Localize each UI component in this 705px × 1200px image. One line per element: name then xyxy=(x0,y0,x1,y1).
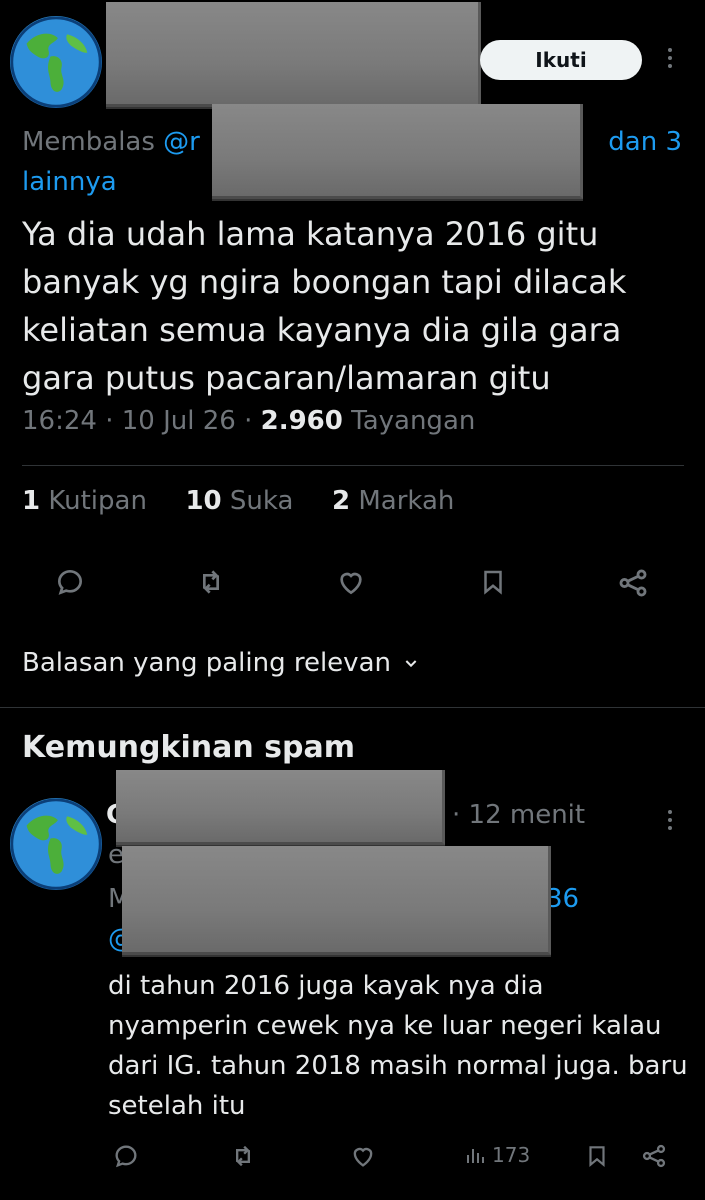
more-icon[interactable] xyxy=(668,810,672,830)
redacted-reply-author xyxy=(116,770,445,845)
retweet-icon[interactable] xyxy=(228,1142,258,1170)
reply-views-count: 173 xyxy=(492,1143,531,1167)
reply-others[interactable]: dan 3 xyxy=(608,122,682,162)
share-icon[interactable] xyxy=(640,1142,668,1170)
views-count: 2.960 xyxy=(260,406,343,436)
reply-views[interactable]: 173 xyxy=(464,1142,530,1168)
retweet-icon[interactable] xyxy=(194,566,228,598)
views-icon xyxy=(467,1149,484,1163)
redacted-reply-handles xyxy=(122,846,551,955)
bookmark-icon[interactable] xyxy=(584,1142,610,1170)
reply-author-avatar[interactable] xyxy=(10,798,102,890)
reply-sort-selector[interactable]: Balasan yang paling relevan xyxy=(22,648,419,678)
chevron-down-icon xyxy=(405,660,417,668)
tweet-meta: 16:24 · 10 Jul 26 · 2.960 Tayangan xyxy=(22,406,476,436)
divider xyxy=(0,707,705,708)
more-icon[interactable] xyxy=(668,48,672,68)
reply-icon[interactable] xyxy=(54,566,86,598)
quotes-stat[interactable]: 1 Kutipan xyxy=(22,486,147,516)
tweet-time: 16:24 xyxy=(22,406,97,436)
divider xyxy=(22,465,684,466)
globe-avatar-icon xyxy=(10,16,102,108)
tweet-stats: 1 Kutipan 10 Suka 2 Markah xyxy=(22,486,454,516)
bookmarks-stat[interactable]: 2 Markah xyxy=(332,486,454,516)
reply-icon[interactable] xyxy=(112,1142,140,1170)
reply-text: di tahun 2016 juga kayak nya dia nyamper… xyxy=(108,971,688,1121)
follow-button[interactable]: Ikuti xyxy=(480,40,642,80)
globe-avatar-icon xyxy=(10,798,102,890)
spam-heading: Kemungkinan spam xyxy=(22,730,355,765)
likes-stat[interactable]: 10 Suka xyxy=(185,486,293,516)
redacted-author-name xyxy=(106,2,481,107)
tweet-text: Ya dia udah lama katanya 2016 gitu banya… xyxy=(22,215,627,397)
like-icon[interactable] xyxy=(334,566,368,598)
tweet-date: 10 Jul 26 xyxy=(121,406,236,436)
views-label: Tayangan xyxy=(351,406,476,436)
bookmark-icon[interactable] xyxy=(478,566,508,598)
author-avatar[interactable] xyxy=(10,16,102,108)
like-icon[interactable] xyxy=(348,1142,378,1170)
sort-label: Balasan yang paling relevan xyxy=(22,648,391,678)
reply-time: · 12 menit xyxy=(452,800,586,830)
redacted-reply-handles xyxy=(212,104,583,199)
share-icon[interactable] xyxy=(616,566,650,600)
reply-mention[interactable]: @r xyxy=(163,127,200,157)
